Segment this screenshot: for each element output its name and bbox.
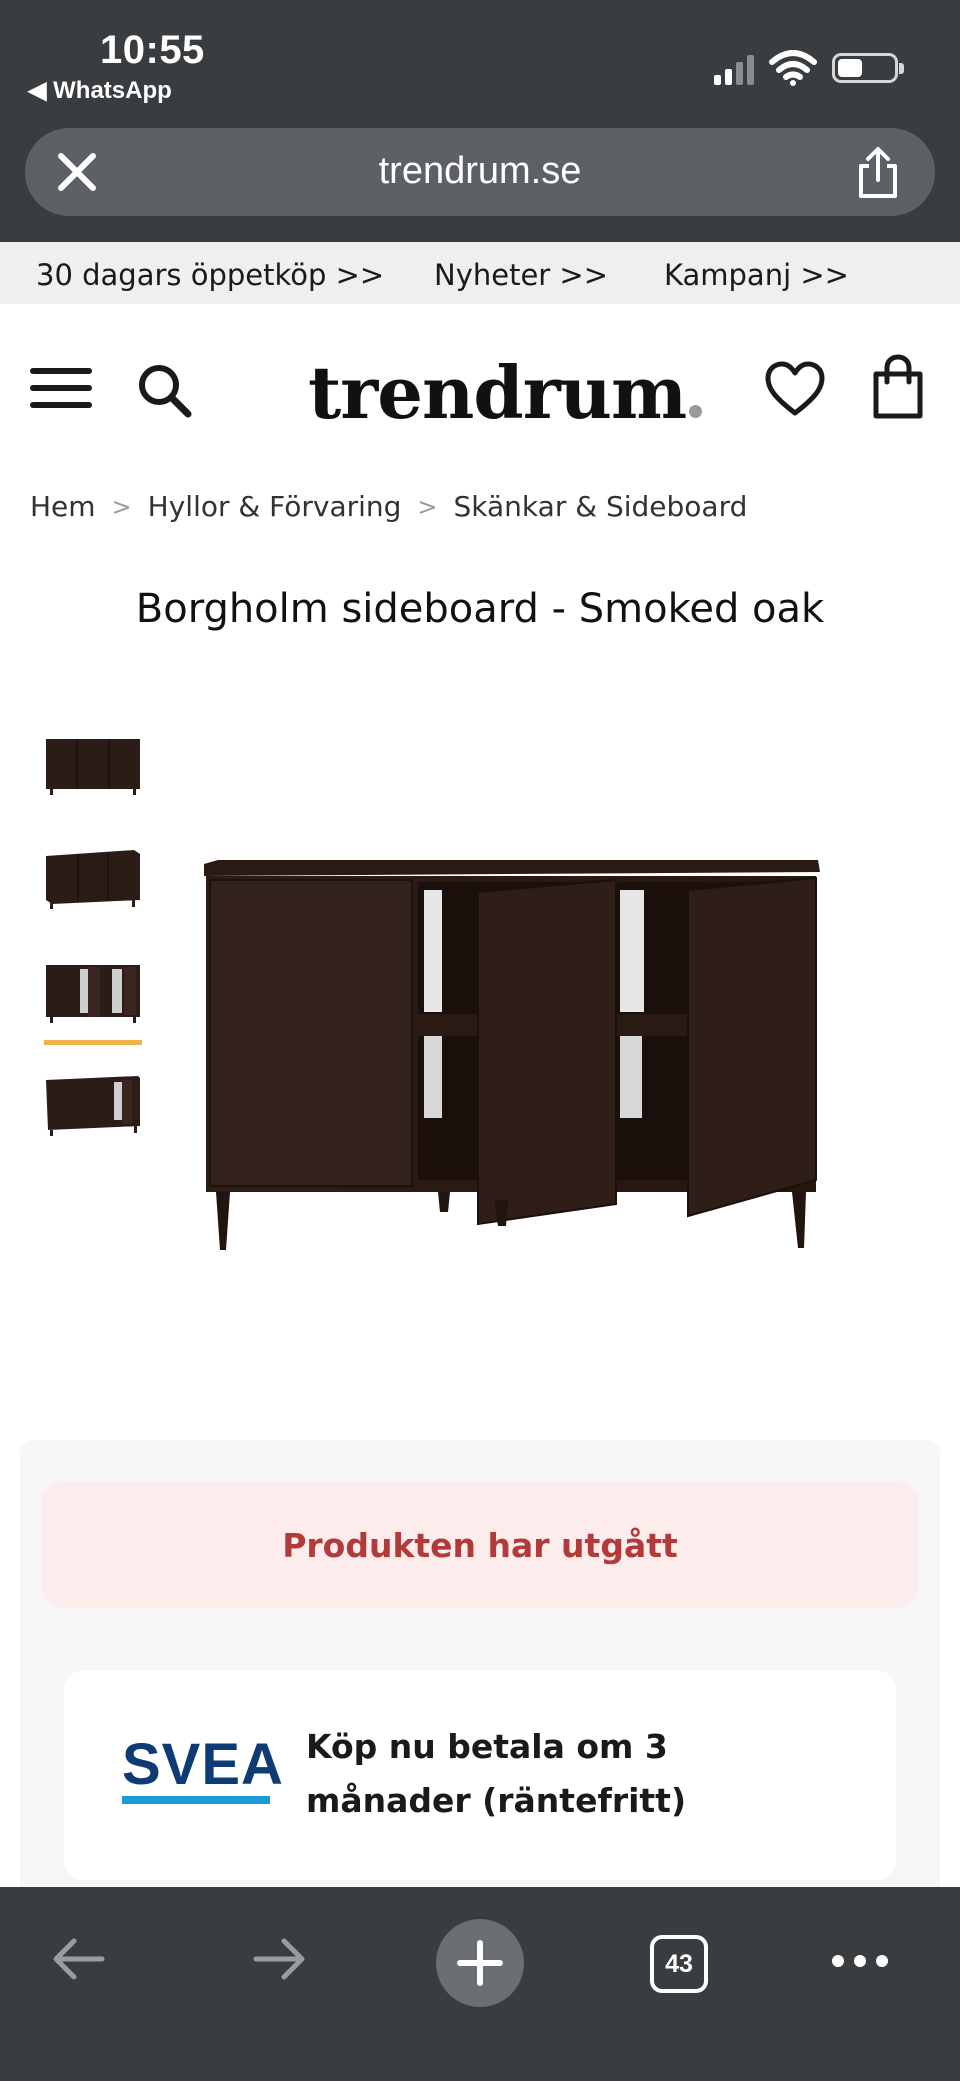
promo-link-campaign[interactable]: Kampanj >> bbox=[664, 258, 849, 292]
status-time: 10:55 bbox=[100, 28, 205, 72]
search-icon[interactable] bbox=[136, 362, 194, 420]
discontinued-text: Produkten har utgått bbox=[282, 1525, 678, 1565]
thumbnail-3-active[interactable] bbox=[44, 959, 142, 1045]
tab-count-button[interactable]: 43 bbox=[650, 1935, 708, 1993]
site-header: trendrum bbox=[0, 304, 960, 474]
browser-bottom-toolbar: 43 bbox=[0, 1887, 960, 2081]
back-to-app-link[interactable]: ◀ WhatsApp bbox=[28, 76, 172, 105]
thumbnail-1[interactable] bbox=[44, 733, 142, 797]
thumbnail-2[interactable] bbox=[44, 846, 142, 910]
address-bar[interactable]: trendrum.se bbox=[25, 128, 935, 216]
arrow-right-icon[interactable] bbox=[250, 1929, 310, 1989]
breadcrumb-sideboards[interactable]: Skänkar & Sideboard bbox=[454, 490, 748, 523]
arrow-left-icon[interactable] bbox=[48, 1929, 108, 1989]
purchase-panel: Produkten har utgått SVEA Köp nu betala … bbox=[20, 1440, 940, 1900]
cellular-signal-icon bbox=[714, 51, 754, 85]
shopping-bag-icon[interactable] bbox=[868, 354, 928, 422]
main-product-image[interactable] bbox=[196, 840, 826, 1260]
url-text[interactable]: trendrum.se bbox=[25, 150, 935, 193]
breadcrumb-shelves-storage[interactable]: Hyllor & Förvaring bbox=[148, 490, 402, 523]
thumbnail-4[interactable] bbox=[44, 1072, 142, 1136]
plus-icon bbox=[457, 1940, 503, 1986]
svea-payment-text: Köp nu betala om 3 månader (räntefritt) bbox=[306, 1727, 687, 1820]
heart-icon[interactable] bbox=[764, 360, 826, 418]
share-icon[interactable] bbox=[855, 146, 901, 200]
browser-top-chrome: 10:55 ◀ WhatsApp trendrum.se bbox=[0, 0, 960, 242]
breadcrumb: Hem > Hyllor & Förvaring > Skänkar & Sid… bbox=[30, 490, 747, 523]
svea-payment-option[interactable]: SVEA Köp nu betala om 3 månader (räntefr… bbox=[64, 1670, 896, 1880]
site-logo[interactable]: trendrum bbox=[308, 350, 703, 435]
status-icons bbox=[714, 50, 904, 86]
svea-logo: SVEA bbox=[122, 1736, 284, 1804]
more-dots-icon[interactable] bbox=[832, 1955, 888, 1967]
promo-link-news[interactable]: Nyheter >> bbox=[434, 258, 608, 292]
promo-bar: 30 dagars öppetköp >> Nyheter >> Kampanj… bbox=[0, 242, 960, 304]
breadcrumb-home[interactable]: Hem bbox=[30, 490, 96, 523]
battery-icon bbox=[832, 53, 904, 83]
promo-link-returns[interactable]: 30 dagars öppetköp >> bbox=[36, 258, 384, 292]
thumbnail-list bbox=[44, 733, 142, 1185]
product-title: Borgholm sideboard - Smoked oak bbox=[135, 586, 825, 632]
new-tab-button[interactable] bbox=[436, 1919, 524, 2007]
breadcrumb-separator: > bbox=[111, 492, 132, 521]
wifi-icon bbox=[769, 50, 817, 86]
hamburger-menu-icon[interactable] bbox=[30, 368, 92, 414]
discontinued-notice: Produkten har utgått bbox=[42, 1482, 918, 1608]
breadcrumb-separator: > bbox=[417, 492, 438, 521]
